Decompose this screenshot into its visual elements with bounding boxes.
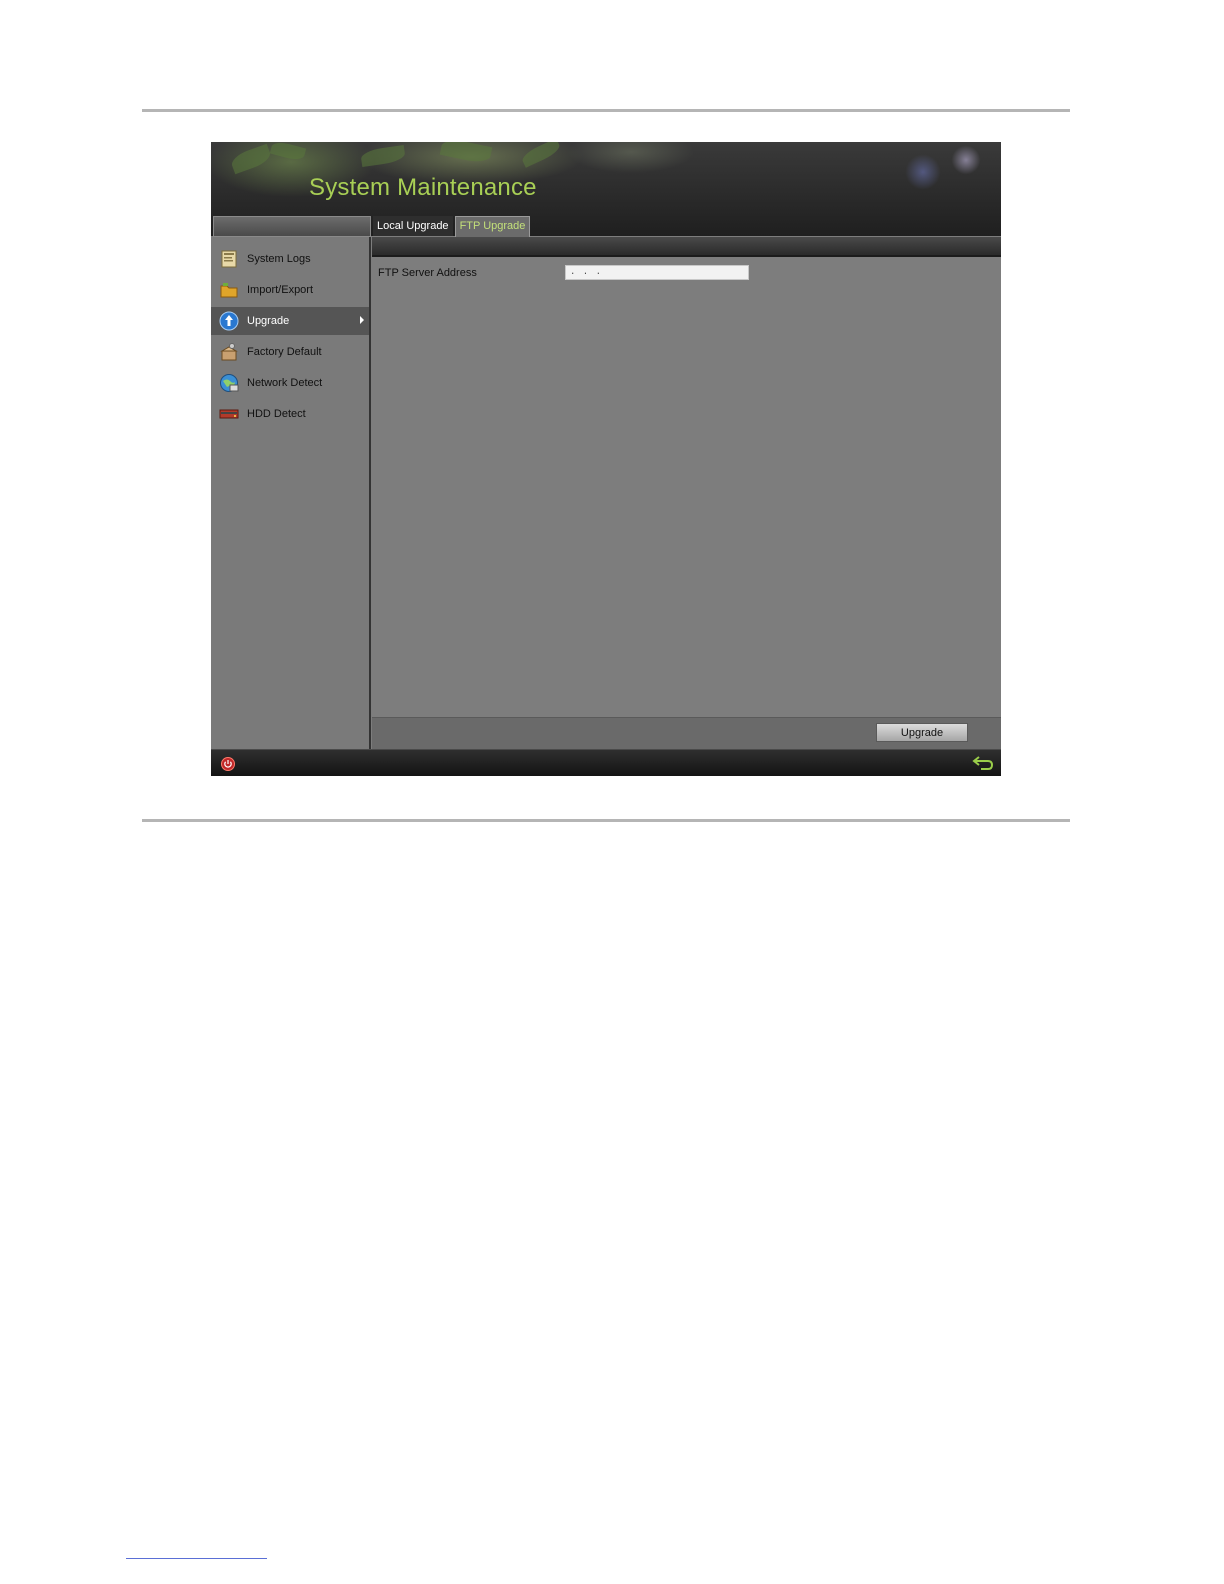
tab-bar: Local Upgrade FTP Upgrade (373, 216, 531, 238)
sidebar-item-label: Import/Export (247, 284, 314, 296)
leaf-decoration (269, 142, 307, 163)
power-icon[interactable] (221, 757, 235, 771)
tab-ftp-upgrade[interactable]: FTP Upgrade (454, 216, 531, 238)
content-panel: FTP Server Address . . . Upgrade (372, 237, 1001, 750)
system-maintenance-window: System Maintenance Local Upgrade FTP Upg… (211, 142, 1001, 776)
sidebar-header (213, 216, 371, 237)
sidebar-item-system-logs[interactable]: System Logs (211, 245, 369, 273)
sidebar-item-label: Factory Default (247, 346, 322, 358)
hdd-icon (219, 409, 239, 419)
sidebar-item-label: Upgrade (247, 315, 290, 327)
sidebar-item-network-detect[interactable]: Network Detect (211, 369, 369, 397)
ftp-server-address-input[interactable]: . . . (565, 265, 749, 280)
leaf-decoration (519, 142, 563, 168)
leaf-decoration (360, 145, 406, 167)
upgrade-icon (219, 311, 239, 331)
action-bar: Upgrade (372, 717, 1001, 750)
sidebar-item-label: Network Detect (247, 377, 323, 389)
sidebar-item-factory-default[interactable]: Factory Default (211, 338, 369, 366)
status-bar (211, 749, 1001, 776)
sidebar-item-label: System Logs (247, 253, 311, 265)
sidebar-item-import-export[interactable]: Import/Export (211, 276, 369, 304)
sidebar-item-upgrade[interactable]: Upgrade (211, 307, 369, 335)
tab-local-upgrade[interactable]: Local Upgrade (373, 216, 453, 236)
network-globe-icon (220, 374, 239, 392)
sidebar-item-hdd-detect[interactable]: HDD Detect (211, 400, 369, 428)
footnote-separator (126, 1558, 267, 1559)
bottom-rule (142, 819, 1070, 822)
page-title: System Maintenance (309, 174, 537, 201)
back-arrow-icon[interactable] (971, 754, 995, 772)
chevron-right-icon (360, 316, 364, 324)
upgrade-button[interactable]: Upgrade (876, 723, 968, 742)
leaf-decoration (229, 143, 273, 175)
top-rule (142, 109, 1070, 112)
factory-default-icon (220, 343, 238, 361)
sidebar-item-label: HDD Detect (247, 408, 306, 420)
content-header-bar (372, 237, 1001, 257)
leaf-decoration (439, 142, 493, 166)
log-book-icon (221, 250, 237, 268)
folder-icon (220, 283, 238, 298)
ftp-server-address-label: FTP Server Address (378, 267, 477, 279)
sidebar: System Logs Import/Export Upgrade Factor (211, 237, 371, 749)
